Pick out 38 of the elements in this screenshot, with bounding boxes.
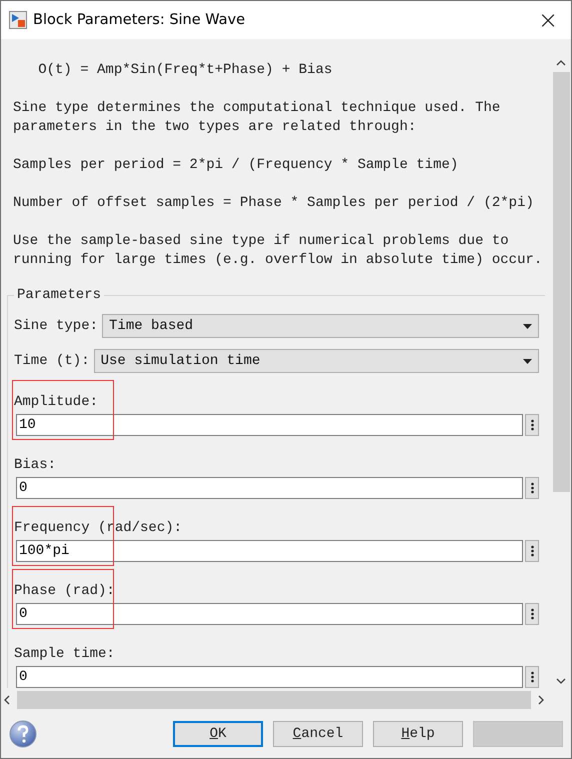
more-button[interactable]: [525, 666, 539, 688]
input-field[interactable]: 10: [16, 414, 523, 436]
dialog-button[interactable]: OK: [173, 720, 263, 746]
window-title: Block Parameters: Sine Wave: [33, 12, 246, 28]
vertical-dots-icon: [530, 482, 534, 494]
more-button[interactable]: [525, 603, 539, 625]
more-button[interactable]: [525, 540, 539, 562]
help-icon[interactable]: [9, 720, 37, 748]
dropdown[interactable]: Use simulation time: [94, 349, 539, 373]
field-label: Sine type:: [14, 318, 98, 334]
description-text: Samples per period = 2*pi / (Frequency * Sample time): [13, 156, 460, 175]
description-text: O(t) = Amp*Sin(Freq*t+Phase) + Bias: [37, 61, 334, 80]
group-title: Parameters: [16, 287, 102, 303]
field-label: Time (t):: [14, 353, 90, 369]
vertical-dots-icon: [530, 545, 534, 557]
dialog-button[interactable]: Cancel: [273, 720, 363, 746]
input-field[interactable]: 0: [16, 666, 523, 688]
vertical-dots-icon: [530, 419, 534, 431]
dropdown-arrow-icon: [523, 358, 532, 364]
vertical-dots-icon: [530, 671, 534, 683]
description-text: Number of offset samples = Phase * Samples per period / (2*pi): [13, 194, 535, 213]
description-text: Sine type determines the computational technique used. The parameters in the two types are related through:: [13, 99, 502, 137]
more-button[interactable]: [525, 477, 539, 499]
input-field[interactable]: 100*pi: [16, 540, 523, 562]
field-label: Amplitude:: [14, 394, 98, 410]
more-button[interactable]: [525, 414, 539, 436]
dropdown[interactable]: Time based: [102, 314, 539, 338]
input-field[interactable]: 0: [16, 603, 523, 625]
block-icon: [9, 11, 27, 29]
dialog-button[interactable]: Help: [373, 720, 463, 746]
vertical-dots-icon: [530, 608, 534, 620]
description-text: Use the sample-based sine type if numerical problems due to running for large times (e.g. overflow in absolute time) occur.: [13, 232, 541, 270]
close-icon[interactable]: ×: [533, 6, 563, 34]
input-field[interactable]: 0: [16, 477, 523, 499]
field-label: Phase (rad):: [14, 583, 115, 599]
field-label: Bias:: [14, 457, 56, 473]
dropdown-arrow-icon: [523, 324, 532, 328]
field-label: Sample time:: [14, 646, 115, 662]
